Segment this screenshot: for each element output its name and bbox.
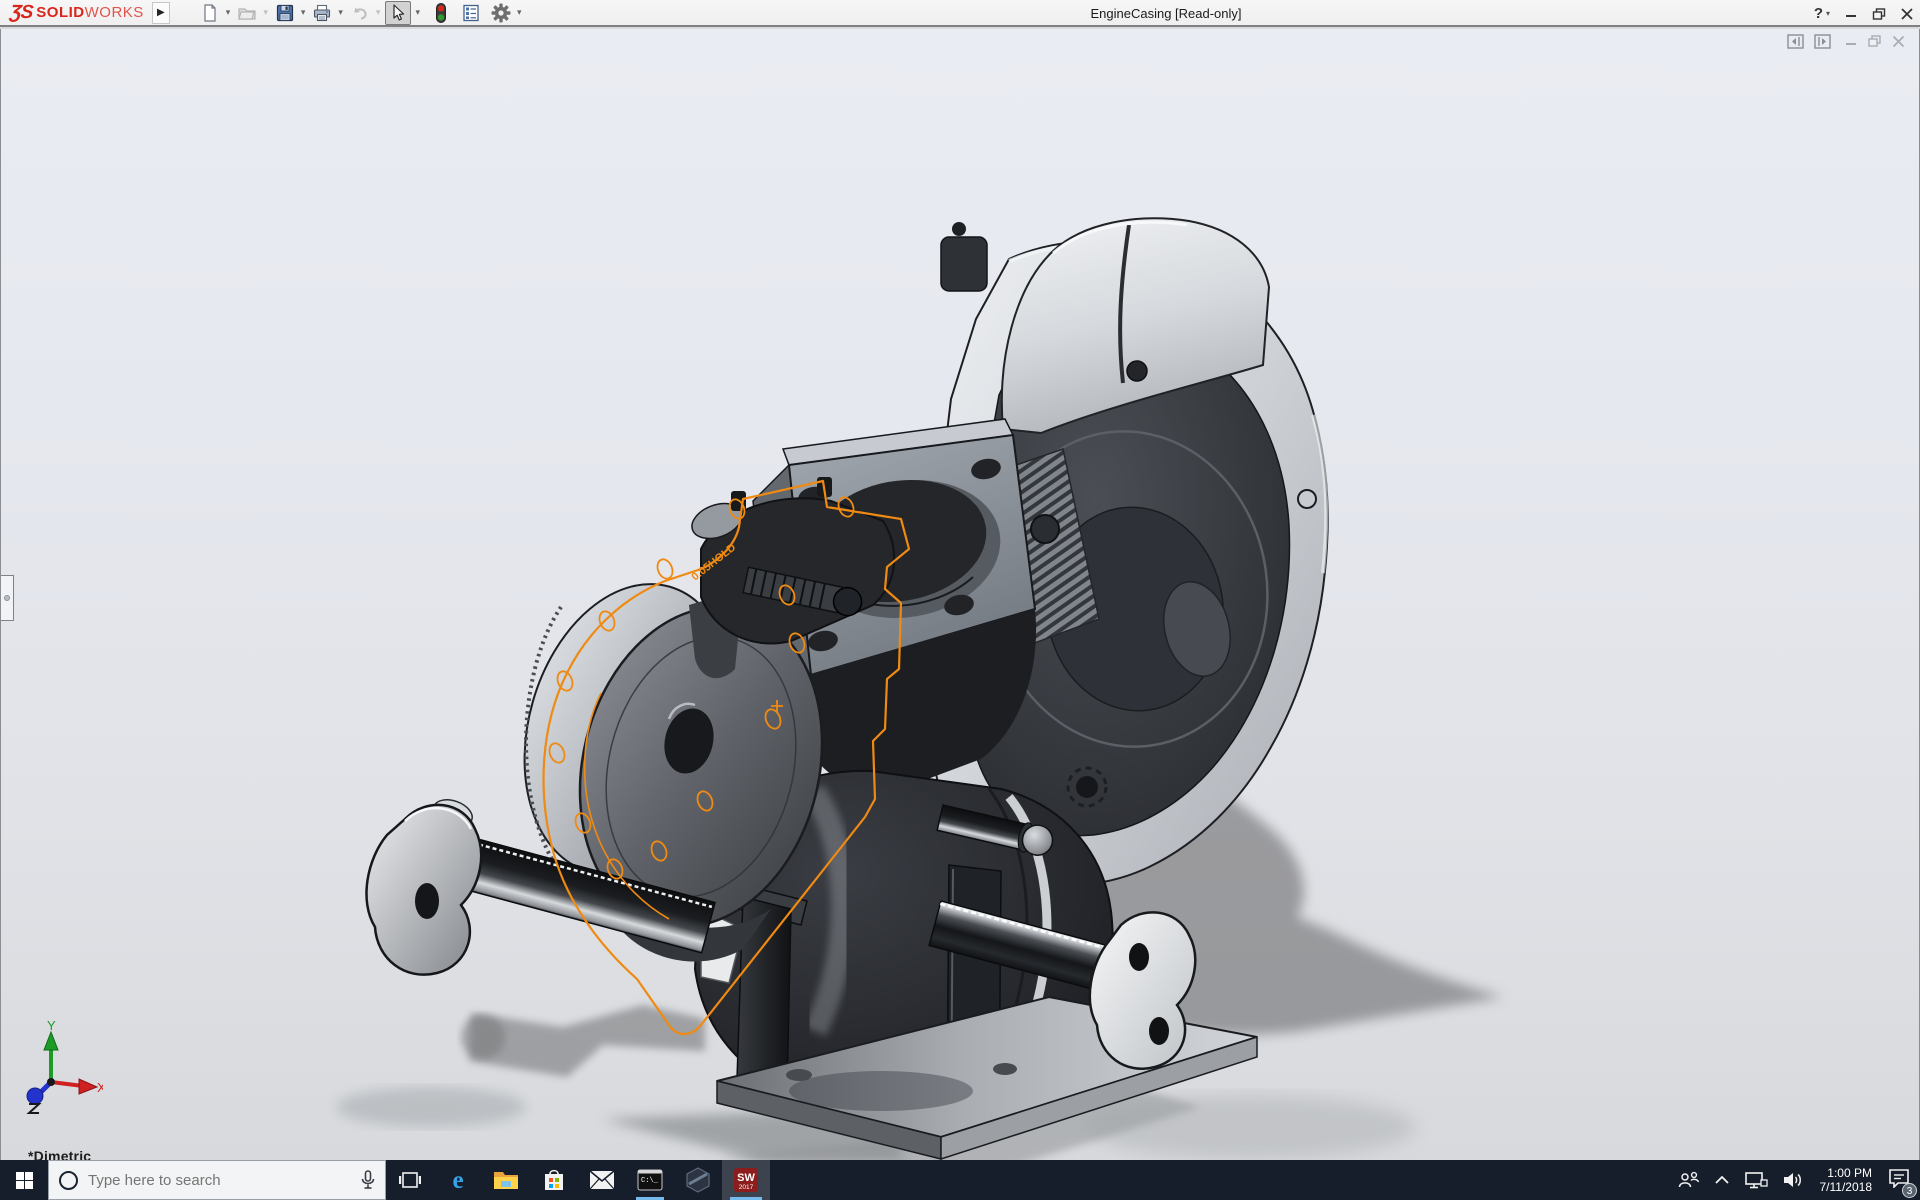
options-dropdown[interactable]: ▾	[517, 7, 522, 18]
open-button[interactable]	[235, 2, 259, 24]
tray-clock[interactable]: 1:00 PM 7/11/2018	[1818, 1166, 1875, 1194]
save-icon	[275, 3, 295, 23]
undo-dropdown[interactable]: ▾	[376, 7, 381, 18]
action-center-button[interactable]: 3	[1888, 1168, 1910, 1193]
undo-button[interactable]	[348, 2, 372, 24]
command-prompt-icon: C:\_	[637, 1169, 663, 1191]
windows-logo-icon	[16, 1172, 33, 1189]
help-icon: ?	[1814, 5, 1823, 22]
view-orientation-label: *Dimetric	[28, 1148, 91, 1160]
store-icon	[542, 1168, 566, 1192]
document-window-controls	[1787, 34, 1905, 49]
hexagon-app-icon	[685, 1167, 711, 1193]
open-icon	[237, 3, 257, 23]
taskbar-file-explorer[interactable]	[482, 1160, 530, 1200]
doc-close-button[interactable]	[1892, 35, 1905, 48]
previous-pane-button[interactable]	[1787, 34, 1804, 49]
taskbar-edge[interactable]: e	[434, 1160, 482, 1200]
people-icon[interactable]	[1678, 1171, 1700, 1189]
cortana-icon	[59, 1171, 78, 1190]
panel-tab-dot-icon	[4, 595, 10, 601]
expand-arrow-icon: ▶	[157, 7, 165, 18]
help-button[interactable]: ? ▾	[1814, 5, 1830, 22]
file-properties-icon	[461, 3, 481, 23]
options-gear-icon	[491, 3, 511, 23]
graphics-viewport[interactable]: 0.05HOLD	[0, 29, 1920, 1160]
next-pane-button[interactable]	[1814, 34, 1831, 49]
solidworks-logo: ƷS SOLIDWORKS	[0, 0, 152, 26]
solidworks-logo-icon: ƷS	[9, 2, 34, 24]
task-view-icon	[399, 1171, 421, 1189]
select-cursor-icon	[388, 3, 408, 23]
system-tray: 1:00 PM 7/11/2018 3	[1678, 1160, 1920, 1200]
quick-access-toolbar: ▾ ▾ ▾	[198, 1, 525, 25]
taskbar-3d-app[interactable]	[674, 1160, 722, 1200]
taskbar: e C:\_	[0, 1160, 1920, 1200]
file-explorer-icon	[493, 1169, 519, 1191]
svg-text:SW: SW	[737, 1172, 755, 1184]
logo-works-text: WORKS	[85, 4, 144, 21]
microphone-icon[interactable]	[361, 1170, 375, 1190]
document-title: EngineCasing [Read-only]	[1090, 6, 1241, 21]
taskbar-solidworks[interactable]: SW 2017	[722, 1160, 770, 1200]
doc-minimize-button[interactable]	[1845, 35, 1858, 48]
rebuild-traffic-light-icon	[433, 2, 449, 24]
edge-icon: e	[445, 1167, 471, 1193]
svg-text:2017: 2017	[739, 1184, 754, 1191]
search-input[interactable]	[88, 1172, 351, 1189]
new-document-icon	[200, 3, 220, 23]
logo-solid-text: SOLID	[36, 4, 84, 21]
print-button[interactable]	[310, 2, 334, 24]
engine-casing-model[interactable]: 0.05HOLD	[1, 29, 1919, 1160]
close-button[interactable]	[1900, 7, 1914, 21]
print-icon	[312, 3, 332, 23]
doc-restore-button[interactable]	[1868, 35, 1882, 48]
triad-y-label: Y	[47, 1018, 56, 1033]
titlebar: ƷS SOLIDWORKS ▶ ▾ ▾	[0, 0, 1920, 27]
help-dropdown[interactable]: ▾	[1826, 9, 1830, 18]
taskbar-command-prompt[interactable]: C:\_	[626, 1160, 674, 1200]
save-button[interactable]	[273, 2, 297, 24]
network-icon[interactable]	[1744, 1171, 1768, 1189]
volume-icon[interactable]	[1782, 1171, 1804, 1189]
rebuild-button[interactable]	[431, 1, 451, 25]
restore-button[interactable]	[1872, 7, 1886, 21]
print-dropdown[interactable]: ▾	[338, 7, 343, 18]
svg-text:e: e	[452, 1167, 463, 1193]
menu-expand-button[interactable]: ▶	[152, 2, 170, 24]
mail-icon	[589, 1170, 615, 1190]
start-button[interactable]	[0, 1160, 48, 1200]
orientation-triad: Y X	[7, 1016, 103, 1116]
tray-time: 1:00 PM	[1820, 1166, 1873, 1180]
select-tool-dropdown[interactable]: ▾	[415, 7, 420, 18]
taskbar-search[interactable]	[48, 1160, 386, 1200]
open-dropdown[interactable]: ▾	[263, 7, 268, 18]
taskbar-mail[interactable]	[578, 1160, 626, 1200]
minimize-button[interactable]	[1844, 7, 1858, 21]
notification-count-badge: 3	[1902, 1183, 1917, 1198]
task-view-button[interactable]	[386, 1160, 434, 1200]
select-tool-button[interactable]	[385, 1, 411, 25]
solidworks-app-icon: SW 2017	[733, 1167, 759, 1193]
tray-expand-chevron-icon[interactable]	[1714, 1175, 1730, 1185]
tray-date: 7/11/2018	[1820, 1180, 1873, 1194]
options-button[interactable]	[489, 2, 513, 24]
taskbar-store[interactable]	[530, 1160, 578, 1200]
new-document-button[interactable]	[198, 2, 222, 24]
collapsed-panel-tab[interactable]	[1, 575, 14, 621]
triad-x-label: X	[97, 1080, 103, 1095]
file-properties-button[interactable]	[459, 2, 483, 24]
undo-icon	[350, 3, 370, 23]
save-dropdown[interactable]: ▾	[301, 7, 306, 18]
svg-text:C:\_: C:\_	[641, 1177, 659, 1185]
new-document-dropdown[interactable]: ▾	[226, 7, 231, 18]
